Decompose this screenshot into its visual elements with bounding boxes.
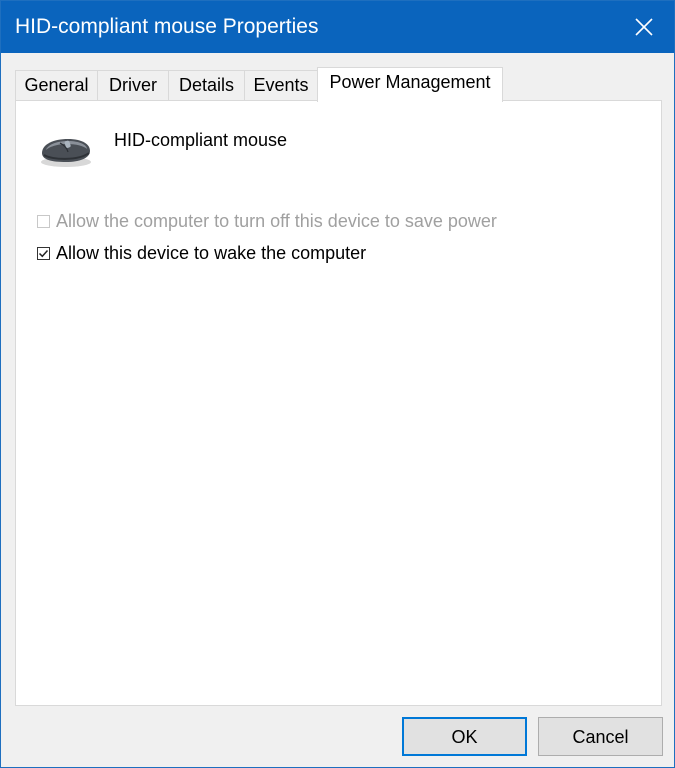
allow-wake-label[interactable]: Allow this device to wake the computer: [56, 242, 366, 264]
power-management-panel: HID-compliant mouse Allow the computer t…: [15, 100, 662, 706]
mouse-icon: [38, 131, 94, 171]
device-name: HID-compliant mouse: [114, 130, 288, 150]
allow-wake-checkbox[interactable]: [37, 246, 50, 260]
tab-details[interactable]: Details: [168, 70, 245, 101]
allow-wake-option[interactable]: Allow this device to wake the computer: [37, 242, 366, 264]
cancel-button[interactable]: Cancel: [538, 717, 663, 756]
window-title: HID-compliant mouse Properties: [15, 15, 319, 38]
allow-turn-off-checkbox: [37, 214, 50, 228]
title-bar[interactable]: HID-compliant mouse Properties: [1, 1, 674, 53]
allow-turn-off-option: Allow the computer to turn off this devi…: [37, 210, 497, 232]
properties-dialog: HID-compliant mouse Properties General D…: [0, 0, 675, 768]
tab-power-management[interactable]: Power Management: [317, 67, 503, 102]
ok-button[interactable]: OK: [402, 717, 527, 756]
checkmark-icon: [38, 249, 49, 257]
tab-driver[interactable]: Driver: [97, 70, 169, 101]
tab-general[interactable]: General: [15, 70, 98, 101]
close-button[interactable]: [614, 1, 674, 53]
close-icon: [635, 18, 653, 36]
tab-events[interactable]: Events: [244, 70, 318, 101]
allow-turn-off-label: Allow the computer to turn off this devi…: [56, 211, 497, 231]
